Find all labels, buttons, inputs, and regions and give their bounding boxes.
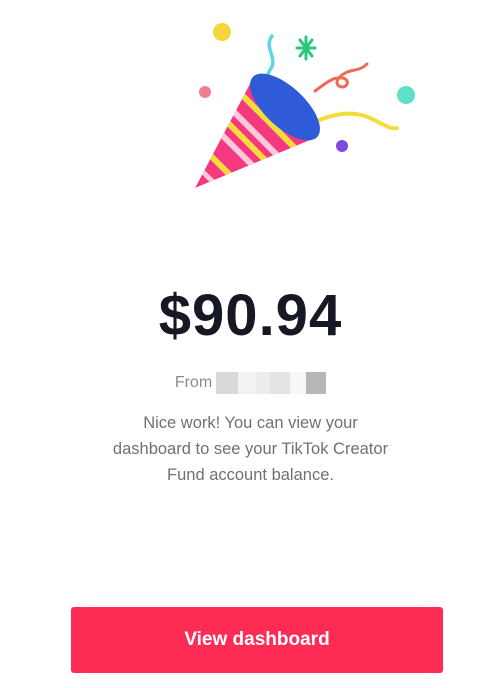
payout-success-screen: $90.94 From Nice work! You can view your… (0, 0, 501, 688)
redacted-sender (216, 372, 327, 394)
payout-message: Nice work! You can view your dashboard t… (112, 414, 389, 484)
from-row: From (0, 370, 501, 396)
party-popper-icon (195, 23, 415, 188)
payout-amount: $90.94 (158, 283, 343, 348)
view-dashboard-button[interactable]: View dashboard (71, 607, 443, 673)
from-label: From (174, 374, 213, 391)
